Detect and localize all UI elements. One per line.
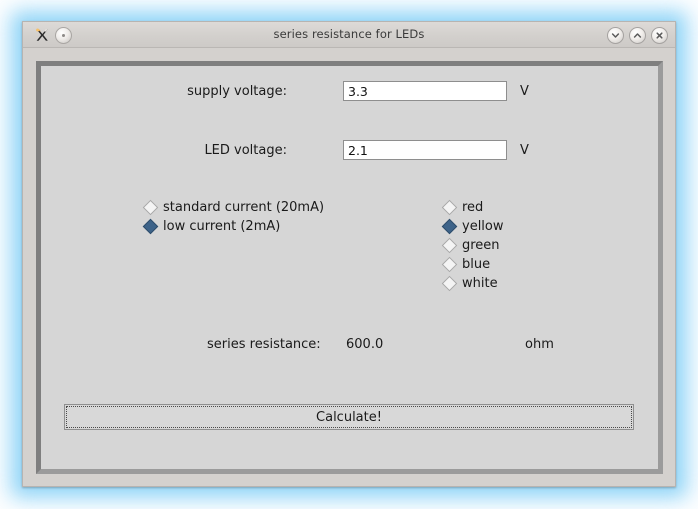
- supply-voltage-row: supply voltage: V: [41, 79, 658, 103]
- supply-voltage-input[interactable]: [343, 81, 507, 101]
- led-voltage-input[interactable]: [343, 140, 507, 160]
- window-body: supply voltage: V LED voltage: V: [23, 48, 675, 486]
- radio-color-red[interactable]: red: [441, 198, 504, 217]
- series-resistance-label: series resistance:: [207, 337, 321, 352]
- radio-label: blue: [462, 257, 491, 272]
- radio-label: yellow: [462, 219, 504, 234]
- series-resistance-unit: ohm: [525, 337, 554, 352]
- desktop-backdrop: series resistance for LEDs supply voltag…: [0, 0, 698, 509]
- radio-diamond-icon: [441, 256, 458, 273]
- chevron-down-icon: [611, 33, 620, 38]
- radio-diamond-icon: [441, 199, 458, 216]
- color-radio-group: red yellow green blue white: [441, 198, 504, 293]
- radio-color-green[interactable]: green: [441, 236, 504, 255]
- radio-label: green: [462, 238, 500, 253]
- window-controls: [607, 27, 668, 44]
- radio-label: red: [462, 200, 484, 215]
- radio-color-white[interactable]: white: [441, 274, 504, 293]
- calculate-button-label: Calculate!: [316, 409, 382, 425]
- led-voltage-row: LED voltage: V: [41, 138, 658, 162]
- radio-label: white: [462, 276, 498, 291]
- close-x-icon: [656, 32, 663, 39]
- sunken-frame: supply voltage: V LED voltage: V: [36, 61, 663, 474]
- window-menu-icon[interactable]: [55, 27, 72, 44]
- radio-label: standard current (20mA): [163, 200, 325, 215]
- series-resistance-result: series resistance: 600.0 ohm: [207, 337, 607, 355]
- supply-voltage-unit: V: [520, 83, 529, 99]
- radio-diamond-icon: [441, 275, 458, 292]
- radio-low-current[interactable]: low current (2mA): [142, 217, 324, 236]
- radio-label: low current (2mA): [163, 219, 281, 234]
- minimize-button[interactable]: [607, 27, 624, 44]
- maximize-button[interactable]: [629, 27, 646, 44]
- supply-voltage-label: supply voltage:: [187, 83, 287, 99]
- radio-diamond-icon: [441, 237, 458, 254]
- x11-app-icon: [33, 26, 51, 44]
- current-radio-group: standard current (20mA) low current (2mA…: [142, 198, 325, 236]
- radio-diamond-selected-icon: [142, 218, 159, 235]
- close-button[interactable]: [651, 27, 668, 44]
- application-window: series resistance for LEDs supply voltag…: [22, 21, 676, 487]
- form-content: supply voltage: V LED voltage: V: [41, 66, 658, 469]
- radio-color-yellow[interactable]: yellow: [441, 217, 504, 236]
- radio-standard-current[interactable]: standard current (20mA): [142, 198, 325, 217]
- series-resistance-value: 600.0: [346, 337, 384, 352]
- chevron-up-icon: [633, 33, 642, 38]
- window-title: series resistance for LEDs: [273, 27, 425, 41]
- radio-diamond-selected-icon: [441, 218, 458, 235]
- radio-diamond-icon: [142, 199, 159, 216]
- window-titlebar[interactable]: series resistance for LEDs: [23, 22, 675, 48]
- led-voltage-unit: V: [520, 142, 529, 158]
- radio-color-blue[interactable]: blue: [441, 255, 504, 274]
- led-voltage-label: LED voltage:: [204, 142, 287, 158]
- calculate-button[interactable]: Calculate!: [64, 404, 634, 430]
